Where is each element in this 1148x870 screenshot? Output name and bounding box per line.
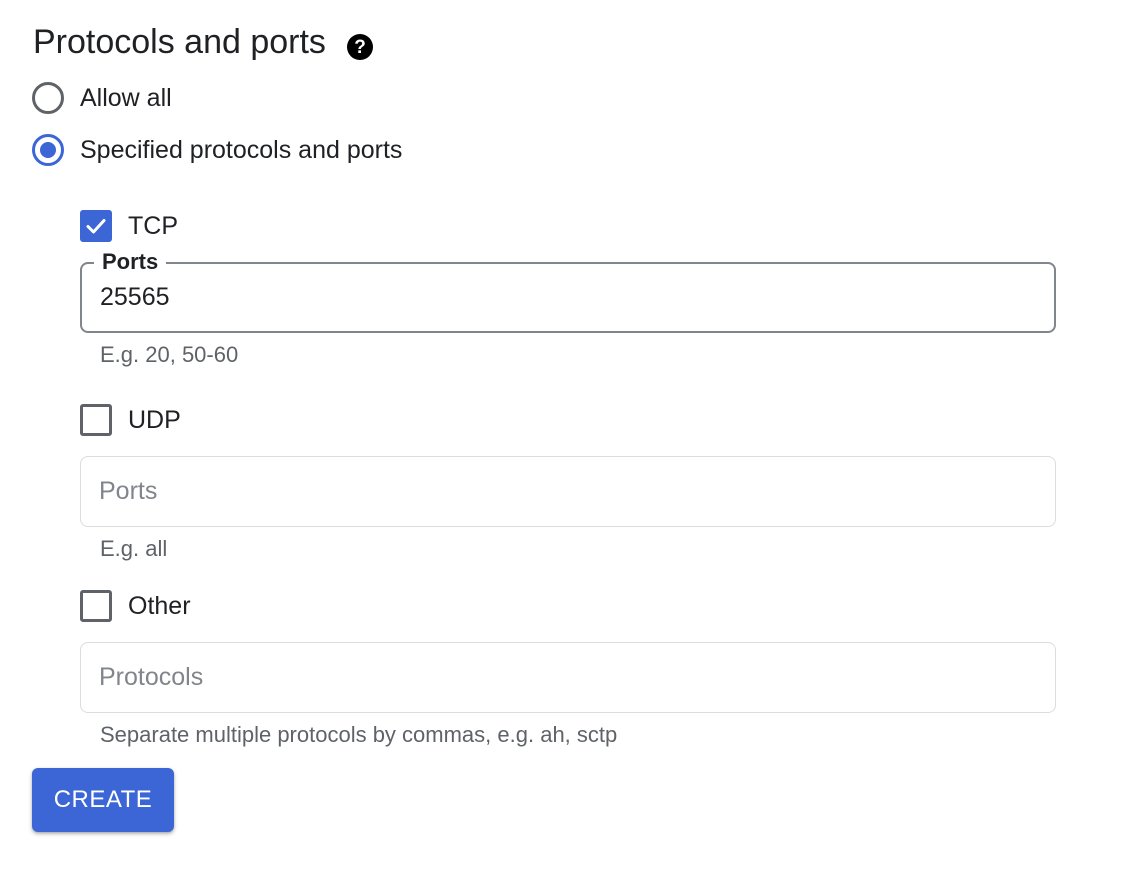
tcp-checkbox-row[interactable]: TCP [80, 209, 178, 243]
radio-specified-protocols[interactable]: Specified protocols and ports [32, 133, 402, 167]
tcp-ports-input[interactable] [100, 264, 1030, 331]
radio-button-unchecked[interactable] [32, 82, 64, 114]
tcp-ports-field[interactable]: Ports [80, 248, 1056, 333]
help-circle-icon[interactable]: ? [346, 28, 374, 60]
other-checkbox-row[interactable]: Other [80, 589, 191, 623]
other-protocols-field[interactable] [80, 642, 1056, 713]
radio-allow-all[interactable]: Allow all [32, 81, 172, 115]
tcp-ports-hint: E.g. 20, 50-60 [100, 342, 239, 367]
svg-text:?: ? [354, 37, 366, 58]
other-checkbox[interactable] [80, 590, 112, 622]
udp-ports-hint: E.g. all [100, 536, 168, 561]
radio-button-checked[interactable] [32, 134, 64, 166]
create-button[interactable]: CREATE [32, 768, 174, 832]
udp-ports-field[interactable] [80, 456, 1056, 527]
radio-specified-label: Specified protocols and ports [80, 135, 403, 164]
radio-allow-all-label: Allow all [80, 83, 172, 112]
udp-checkbox-row[interactable]: UDP [80, 403, 181, 437]
other-protocols-hint: Separate multiple protocols by commas, e… [100, 722, 618, 747]
udp-label: UDP [128, 405, 181, 434]
tcp-checkbox[interactable] [80, 210, 112, 242]
udp-checkbox[interactable] [80, 404, 112, 436]
section-title: Protocols and ports [33, 23, 326, 61]
other-protocols-input[interactable] [99, 643, 1029, 712]
radio-dot [40, 142, 56, 158]
checkmark-icon [86, 219, 106, 234]
other-label: Other [128, 591, 191, 620]
tcp-label: TCP [128, 211, 178, 240]
section-header: Protocols and ports ? [33, 20, 374, 64]
udp-ports-input[interactable] [99, 457, 1029, 526]
